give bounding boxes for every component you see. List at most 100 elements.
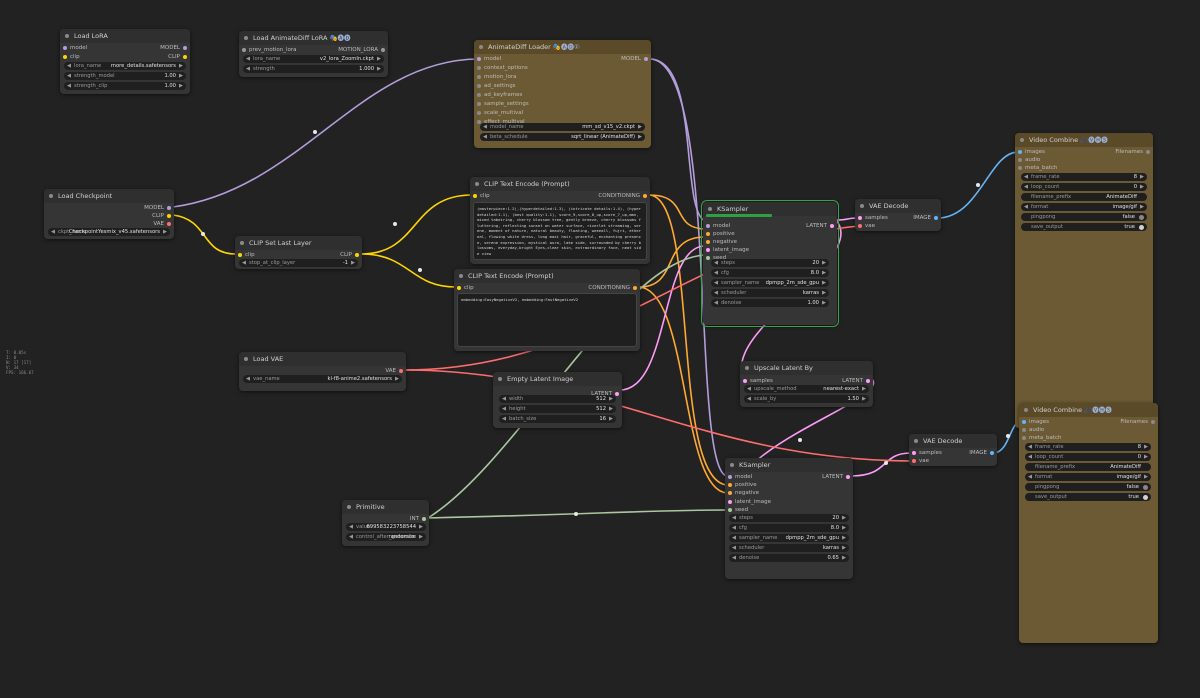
node-title[interactable]: KSampler: [725, 458, 853, 472]
clip-pin-icon[interactable]: [183, 55, 187, 59]
output-model[interactable]: MODEL: [160, 44, 187, 52]
filename-prefix-widget[interactable]: filename_prefix AnimateDiff: [1025, 463, 1151, 471]
node-clip-set-last-layer[interactable]: CLIP Set Last Layer clip CLIP ◀ stop_at_c…: [235, 236, 362, 269]
clip-pin-icon[interactable]: [167, 214, 171, 218]
latent-pin-icon[interactable]: [846, 475, 850, 479]
input-meta-batch[interactable]: meta_batch: [1022, 434, 1062, 442]
node-load-vae[interactable]: Load VAE VAE ◀ vae_name kl-f8-anime2.safet…: [239, 352, 406, 391]
input-positive[interactable]: positive: [706, 230, 735, 238]
upscale-method-widget[interactable]: ◀ upscale_method nearest-exact ▶: [744, 385, 869, 393]
input-clip[interactable]: clip: [63, 53, 80, 61]
sampler-name-widget[interactable]: ◀ sampler_name dpmpp_2m_sde_gpu ▶: [711, 279, 829, 287]
output-clip[interactable]: CLIP: [168, 53, 187, 61]
clip-pin-icon[interactable]: [457, 286, 461, 290]
toggle-knob-icon[interactable]: [1143, 494, 1148, 500]
vae-pin-icon[interactable]: [167, 222, 171, 226]
conditioning-pin-icon[interactable]: [728, 483, 732, 487]
conditioning-pin-icon[interactable]: [728, 491, 732, 495]
int-pin-icon[interactable]: [728, 508, 732, 512]
conditioning-pin-icon[interactable]: [706, 232, 710, 236]
node-vae-decode-2[interactable]: VAE Decode samples vae IMAGE: [909, 434, 997, 466]
collapse-dot-icon[interactable]: [244, 357, 248, 361]
node-vae-decode-1[interactable]: VAE Decode samples vae IMAGE: [855, 199, 941, 231]
collapse-dot-icon[interactable]: [65, 34, 69, 38]
width-widget[interactable]: ◀ width 512 ▶: [499, 395, 616, 403]
prompt-textarea[interactable]: (masterpiece:1.2),(hyperdetailed:1.3), (…: [473, 202, 647, 260]
node-title[interactable]: Empty Latent Image: [493, 372, 622, 386]
model-pin-icon[interactable]: [644, 57, 648, 61]
context-pin-icon[interactable]: [477, 66, 481, 70]
cfg-widget[interactable]: ◀ cfg 8.0 ▶: [729, 524, 849, 532]
input-images[interactable]: images: [1018, 148, 1045, 156]
collapse-dot-icon[interactable]: [914, 439, 918, 443]
output-image[interactable]: IMAGE: [913, 214, 938, 222]
toggle-knob-icon[interactable]: [1139, 214, 1144, 220]
vae-pin-icon[interactable]: [399, 369, 403, 373]
output-vae[interactable]: VAE: [385, 367, 403, 375]
clip-pin-icon[interactable]: [238, 253, 242, 257]
node-clip-text-encode-negative[interactable]: CLIP Text Encode (Prompt) clip CONDITION…: [454, 269, 640, 351]
model-pin-icon[interactable]: [706, 224, 710, 228]
input-negative[interactable]: negative: [728, 489, 759, 497]
input-model[interactable]: model: [63, 44, 87, 52]
output-conditioning[interactable]: CONDITIONING: [598, 192, 647, 200]
control-after-generate-widget[interactable]: ◀ control_after_generate randomize ▶: [346, 533, 426, 541]
batch-size-widget[interactable]: ◀ batch_size 16 ▶: [499, 415, 616, 423]
node-empty-latent-image[interactable]: Empty Latent Image LATENT ◀ width 512 ▶ ◀ he…: [493, 372, 622, 428]
latent-pin-icon[interactable]: [728, 500, 732, 504]
collapse-dot-icon[interactable]: [479, 45, 483, 49]
beta-schedule-widget[interactable]: ◀ beta_schedule sqrt_linear (AnimateDiff) ▶: [480, 133, 645, 141]
loop-count-widget[interactable]: ◀ loop_count 0 ▶: [1021, 183, 1147, 191]
prompt-textarea[interactable]: embedding:EasyNegativeV2, embedding:Fast…: [457, 293, 637, 347]
collapse-dot-icon[interactable]: [1020, 138, 1024, 142]
filename-prefix-widget[interactable]: filename_prefix AnimateDiff: [1021, 193, 1147, 201]
latent-pin-icon[interactable]: [866, 379, 870, 383]
collapse-dot-icon[interactable]: [459, 274, 463, 278]
node-title[interactable]: Upscale Latent By: [740, 361, 873, 375]
keyframes-pin-icon[interactable]: [477, 93, 481, 97]
node-title[interactable]: Video Combine 🎥🅥🅗🅢: [1015, 133, 1153, 147]
output-latent[interactable]: LATENT: [806, 222, 834, 230]
output-motion-lora[interactable]: MOTION_LORA: [338, 46, 385, 54]
input-ad-keyframes[interactable]: ad_keyframes: [477, 91, 522, 99]
cfg-widget[interactable]: ◀ cfg 8.0 ▶: [711, 269, 829, 277]
collapse-dot-icon[interactable]: [745, 366, 749, 370]
node-title[interactable]: VAE Decode: [909, 434, 997, 448]
collapse-dot-icon[interactable]: [49, 194, 53, 198]
ckpt-name-widget[interactable]: ◀ ckpt_name CheckpointYesmix_v45.safetenso…: [48, 228, 170, 236]
node-title[interactable]: Load VAE: [239, 352, 406, 366]
loop-count-widget[interactable]: ◀ loop_count 0 ▶: [1025, 453, 1151, 461]
node-clip-text-encode-positive[interactable]: CLIP Text Encode (Prompt) clip CONDITION…: [470, 177, 650, 264]
collapse-dot-icon[interactable]: [730, 463, 734, 467]
node-load-lora[interactable]: Load LoRA model clip MODEL CLIP ◀ lora_na…: [60, 29, 190, 94]
sampler-name-widget[interactable]: ◀ sampler_name dpmpp_2m_sde_gpu ▶: [729, 534, 849, 542]
output-latent[interactable]: LATENT: [842, 377, 870, 385]
input-positive[interactable]: positive: [728, 481, 757, 489]
input-meta-batch[interactable]: meta_batch: [1018, 164, 1058, 172]
pingpong-toggle[interactable]: pingpong false: [1021, 213, 1147, 221]
output-model[interactable]: MODEL: [144, 204, 171, 212]
node-primitive[interactable]: Primitive INT ◀ value 699583223758544 ▶ ◀ co…: [342, 500, 429, 546]
output-filenames[interactable]: Filenames: [1115, 148, 1150, 156]
node-upscale-latent-by[interactable]: Upscale Latent By samples LATENT ◀ upscal…: [740, 361, 873, 407]
scheduler-widget[interactable]: ◀ scheduler karras ▶: [711, 289, 829, 297]
input-images[interactable]: images: [1022, 418, 1049, 426]
output-conditioning[interactable]: CONDITIONING: [588, 284, 637, 292]
input-model[interactable]: model: [477, 55, 501, 63]
input-ad-settings[interactable]: ad_settings: [477, 82, 516, 90]
input-model[interactable]: model: [728, 473, 752, 481]
image-pin-icon[interactable]: [1022, 420, 1026, 424]
frame-rate-widget[interactable]: ◀ frame_rate 8 ▶: [1025, 443, 1151, 451]
pingpong-toggle[interactable]: pingpong false: [1025, 483, 1151, 491]
clip-pin-icon[interactable]: [63, 55, 67, 59]
settings-pin-icon[interactable]: [477, 84, 481, 88]
collapse-dot-icon[interactable]: [240, 241, 244, 245]
input-samples[interactable]: samples: [912, 449, 942, 457]
motion-lora-pin-icon[interactable]: [381, 48, 385, 52]
model-name-widget[interactable]: ◀ model_name mm_sd_v15_v2.ckpt ▶: [480, 123, 645, 131]
collapse-dot-icon[interactable]: [347, 505, 351, 509]
input-seed[interactable]: seed: [728, 506, 748, 514]
strength-widget[interactable]: ◀ strength 1.000 ▶: [243, 65, 384, 73]
collapse-dot-icon[interactable]: [708, 207, 712, 211]
denoise-widget[interactable]: ◀ denoise 1.00 ▶: [711, 299, 829, 307]
